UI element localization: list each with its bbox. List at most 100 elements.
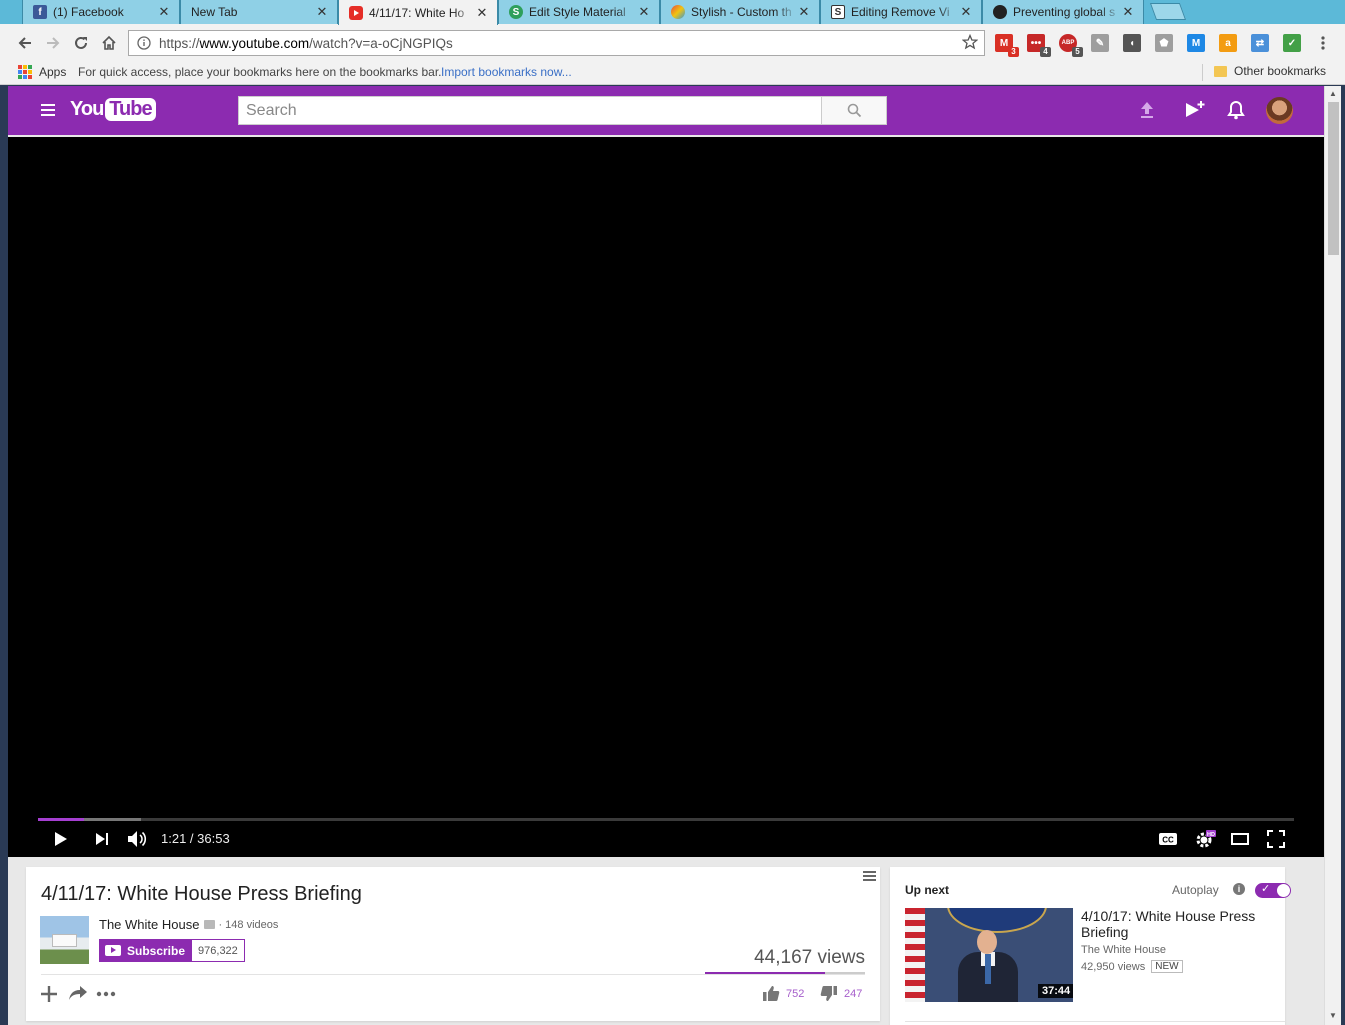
url-text: https://www.youtube.com/watch?v=a-oCjNGP… (159, 35, 453, 51)
next-video-thumbnail[interactable]: 37:44 (905, 908, 1073, 1002)
stylish-icon (671, 5, 685, 19)
shield-extension-icon[interactable]: ⬟ (1155, 34, 1173, 52)
up-next-heading: Up next (905, 883, 950, 897)
captions-button[interactable]: CC (1157, 829, 1179, 849)
notifications-bell-icon[interactable] (1225, 99, 1247, 121)
address-bar[interactable]: https://www.youtube.com/watch?v=a-oCjNGP… (128, 30, 985, 56)
create-playlist-icon[interactable] (1184, 99, 1206, 121)
search-button[interactable] (821, 96, 887, 125)
close-icon[interactable]: ✕ (797, 4, 811, 20)
played-bar (38, 818, 85, 821)
channel-avatar[interactable] (40, 916, 89, 964)
more-horiz-icon (96, 991, 116, 997)
more-vert-icon (1321, 36, 1325, 50)
info-icon[interactable]: i (1233, 883, 1245, 895)
subscribe-button[interactable]: Subscribe (99, 939, 193, 962)
add-to-button[interactable] (40, 985, 58, 1003)
evernote-extension-icon[interactable]: ✓ (1283, 34, 1301, 52)
apps-shortcut[interactable]: Apps (18, 65, 66, 79)
check-icon: ✓ (1261, 883, 1271, 895)
separator (1202, 64, 1203, 81)
tab-edit-style[interactable]: S Edit Style Material ✕ (498, 0, 660, 24)
tab-stylish[interactable]: Stylish - Custom th ✕ (660, 0, 820, 24)
youtube-masthead: You Tube Search (8, 86, 1324, 135)
next-video-channel[interactable]: The White House (1081, 944, 1166, 956)
other-bookmarks-label: Other bookmarks (1234, 64, 1327, 78)
subscribe-group: Subscribe 976,322 (99, 939, 245, 962)
next-button[interactable] (93, 829, 111, 849)
tab-youtube[interactable]: 4/11/17: White Ho ✕ (338, 0, 498, 25)
close-icon[interactable]: ✕ (637, 4, 651, 20)
gmail-extension-icon[interactable]: M3 (995, 34, 1019, 57)
dislike-button[interactable]: 247 (820, 985, 862, 1002)
tab-editing-remove[interactable]: S Editing Remove Vi ✕ (820, 0, 982, 24)
close-icon[interactable]: ✕ (315, 4, 329, 20)
settings-button[interactable]: HD (1193, 829, 1217, 849)
translate-extension-icon[interactable]: ⇄ (1251, 34, 1269, 52)
tab-title: Edit Style Material (529, 5, 626, 19)
home-icon (102, 35, 116, 50)
search-input[interactable]: Search (238, 96, 822, 125)
browser-toolbar: https://www.youtube.com/watch?v=a-oCjNGP… (0, 24, 1345, 61)
avatar[interactable] (1266, 97, 1293, 124)
video-player[interactable]: 1:21 / 36:53 CC HD (8, 137, 1324, 857)
youtube-play-icon (105, 945, 121, 956)
theater-mode-button[interactable] (1230, 829, 1250, 849)
channel-name[interactable]: The White House (99, 917, 199, 932)
puzzle-extension-icon[interactable]: ✎ (1091, 34, 1109, 52)
video-duration: 37:44 (1038, 984, 1073, 998)
tab-strip: f (1) Facebook ✕ New Tab ✕ 4/11/17: Whit… (0, 0, 1345, 25)
info-icon[interactable] (137, 36, 151, 50)
view-count: 44,167 views (754, 947, 865, 968)
more-actions-button[interactable] (96, 991, 116, 997)
scroll-down-arrow-icon[interactable]: ▼ (1329, 1011, 1337, 1020)
scrollbar-thumb[interactable] (1328, 102, 1339, 255)
tab-title: New Tab (191, 5, 238, 19)
import-bookmarks-link[interactable]: Import bookmarks now... (441, 65, 572, 79)
reload-icon (75, 36, 87, 49)
other-bookmarks[interactable]: Other bookmarks (1214, 64, 1326, 78)
home-button[interactable] (98, 32, 120, 54)
bookmark-star-icon[interactable] (961, 33, 979, 53)
adblock-extension-icon[interactable]: ABP 5 (1059, 34, 1083, 57)
youtube-logo[interactable]: You Tube (70, 98, 156, 121)
guide-menu-icon[interactable] (41, 104, 55, 119)
autoplay-toggle[interactable]: ✓ (1255, 883, 1291, 898)
page-scrollbar[interactable]: ▲ ▼ (1324, 86, 1341, 1025)
like-button[interactable]: 752 (762, 985, 804, 1002)
bookmarks-hint: For quick access, place your bookmarks h… (78, 65, 442, 79)
close-icon[interactable]: ✕ (475, 5, 489, 21)
facebook-icon: f (33, 5, 47, 19)
amazon-extension-icon[interactable]: a (1219, 34, 1237, 52)
play-button[interactable] (52, 829, 70, 849)
thumbs-up-icon (763, 986, 780, 1001)
next-video-views: 42,950 views (1081, 960, 1146, 973)
scroll-up-arrow-icon[interactable]: ▲ (1329, 89, 1337, 98)
m-extension-icon[interactable]: M (1187, 34, 1205, 52)
upload-icon[interactable] (1136, 99, 1158, 121)
github-icon (993, 5, 1007, 19)
todo-extension-icon[interactable]: ••• 4 (1027, 34, 1051, 57)
tab-facebook[interactable]: f (1) Facebook ✕ (22, 0, 180, 24)
reload-button[interactable] (70, 32, 92, 54)
close-icon[interactable]: ✕ (157, 4, 171, 20)
close-icon[interactable]: ✕ (959, 4, 973, 20)
progress-bar[interactable] (38, 818, 1294, 821)
tab-github[interactable]: Preventing global s ✕ (982, 0, 1144, 24)
share-button[interactable] (68, 985, 88, 1001)
fullscreen-button[interactable] (1266, 829, 1286, 849)
forward-button[interactable] (42, 32, 64, 54)
volume-button[interactable] (126, 829, 148, 849)
gear-hd-icon: HD (1196, 830, 1216, 848)
close-icon[interactable]: ✕ (1121, 4, 1135, 20)
more-menu-icon[interactable] (863, 871, 876, 883)
folder-icon (1214, 65, 1227, 77)
tab-title: Editing Remove Vi (851, 5, 950, 19)
bookmarks-bar: Apps For quick access, place your bookma… (0, 61, 1345, 85)
back-button[interactable] (14, 32, 36, 54)
next-video-title[interactable]: 4/10/17: White House Press Briefing (1081, 908, 1276, 940)
audio-extension-icon[interactable]: ◖ (1123, 34, 1141, 52)
new-tab-button[interactable] (1149, 3, 1187, 20)
tab-new-tab[interactable]: New Tab ✕ (180, 0, 338, 24)
chrome-menu-button[interactable] (1312, 32, 1334, 54)
